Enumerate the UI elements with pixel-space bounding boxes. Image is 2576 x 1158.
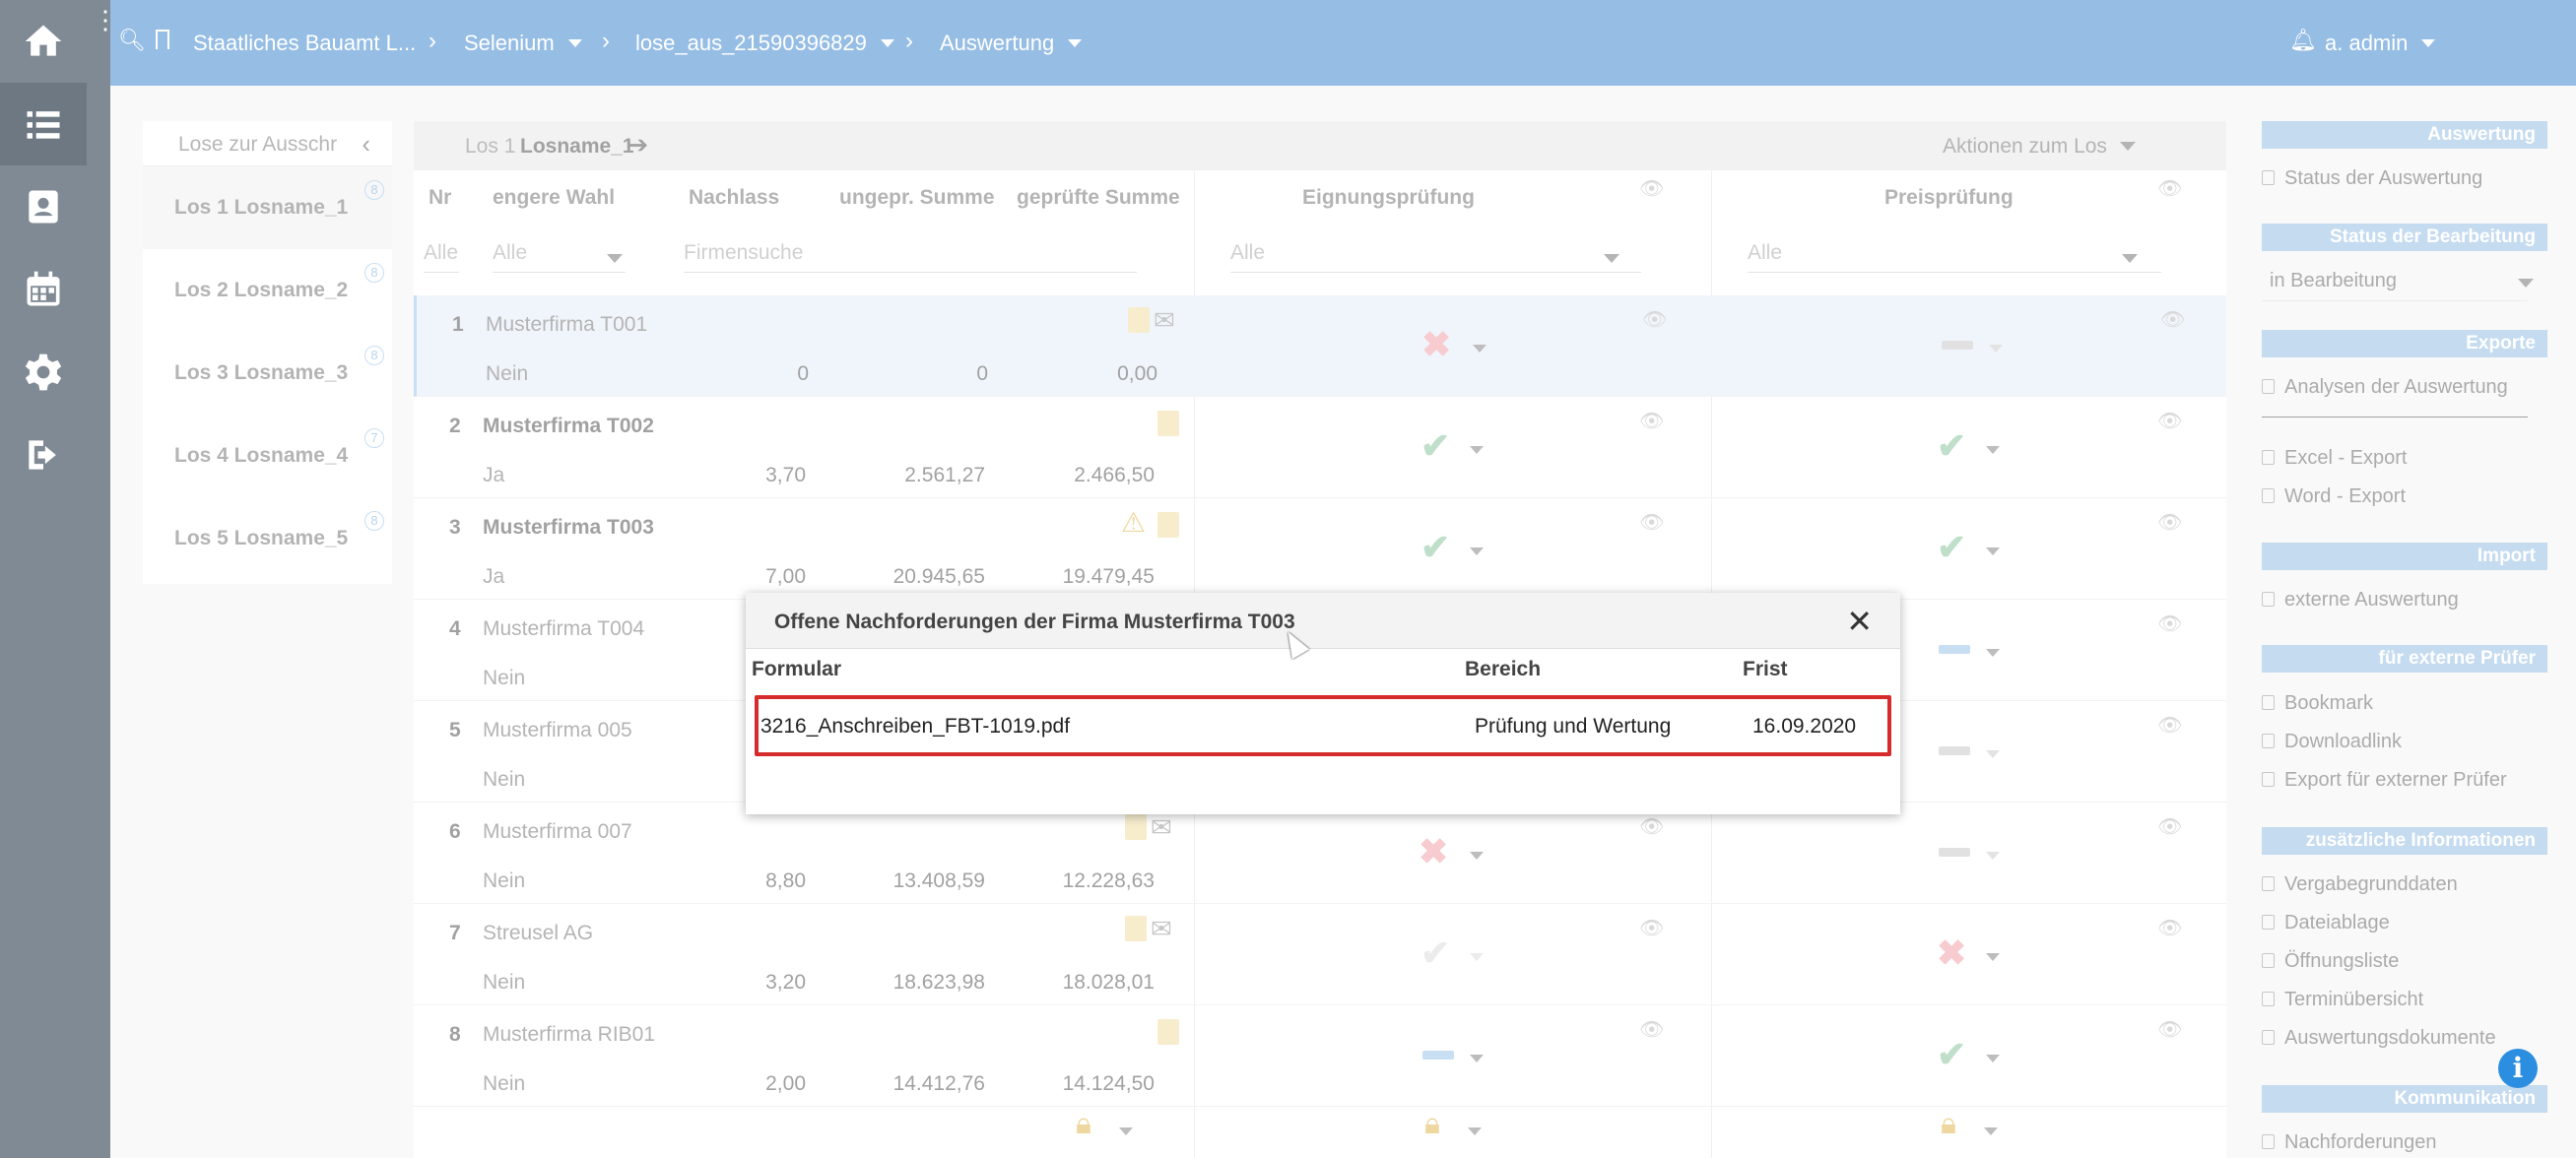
address-book-icon[interactable]: [0, 165, 87, 248]
icon-sidebar: ⋮: [0, 0, 118, 1158]
top-bar: 🔍︎ Staatliches Bauamt L... › Selenium › …: [110, 0, 2576, 86]
breadcrumb-view[interactable]: Auswertung: [940, 31, 1083, 56]
logout-icon[interactable]: [0, 414, 87, 496]
breadcrumb-separator-icon: ›: [429, 28, 436, 54]
gear-icon[interactable]: [0, 331, 87, 414]
modal-row-bereich: Prüfung und Wertung: [1475, 715, 1672, 738]
modal-row-formular[interactable]: 3216_Anschreiben_FBT-1019.pdf: [760, 715, 1070, 739]
search-icon[interactable]: 🔍︎: [118, 28, 146, 53]
modal-row-frist: 16.09.2020: [1752, 715, 1857, 738]
user-menu[interactable]: a. admin: [2325, 31, 2436, 56]
home-icon[interactable]: [0, 0, 87, 83]
nachforderungen-modal: Offene Nachforderungen der Firma Musterf…: [746, 593, 1900, 814]
bookmark-icon[interactable]: [156, 30, 169, 49]
modal-title: Offene Nachforderungen der Firma Musterf…: [774, 611, 1295, 633]
breadcrumb-tender[interactable]: lose_aus_21590396829: [635, 31, 894, 56]
bell-icon[interactable]: 🔔︎: [2289, 28, 2317, 53]
breadcrumb-org[interactable]: Staatliches Bauamt L...: [193, 31, 416, 56]
modal-table-row[interactable]: 3216_Anschreiben_FBT-1019.pdf Prüfung un…: [755, 695, 1891, 756]
modal-col-bereich: Bereich: [1465, 658, 1542, 680]
list-icon[interactable]: [0, 83, 87, 165]
info-icon[interactable]: i: [2498, 1049, 2538, 1088]
modal-col-frist: Frist: [1743, 658, 1788, 680]
modal-col-formular: Formular: [752, 658, 842, 680]
close-icon[interactable]: ✕: [1846, 603, 1873, 640]
breadcrumb-separator-icon: ›: [905, 28, 913, 54]
breadcrumb-separator-icon: ›: [602, 28, 610, 54]
breadcrumb-project[interactable]: Selenium: [464, 31, 582, 56]
modal-header: Offene Nachforderungen der Firma Musterf…: [746, 593, 1900, 649]
calendar-icon[interactable]: [0, 248, 87, 331]
